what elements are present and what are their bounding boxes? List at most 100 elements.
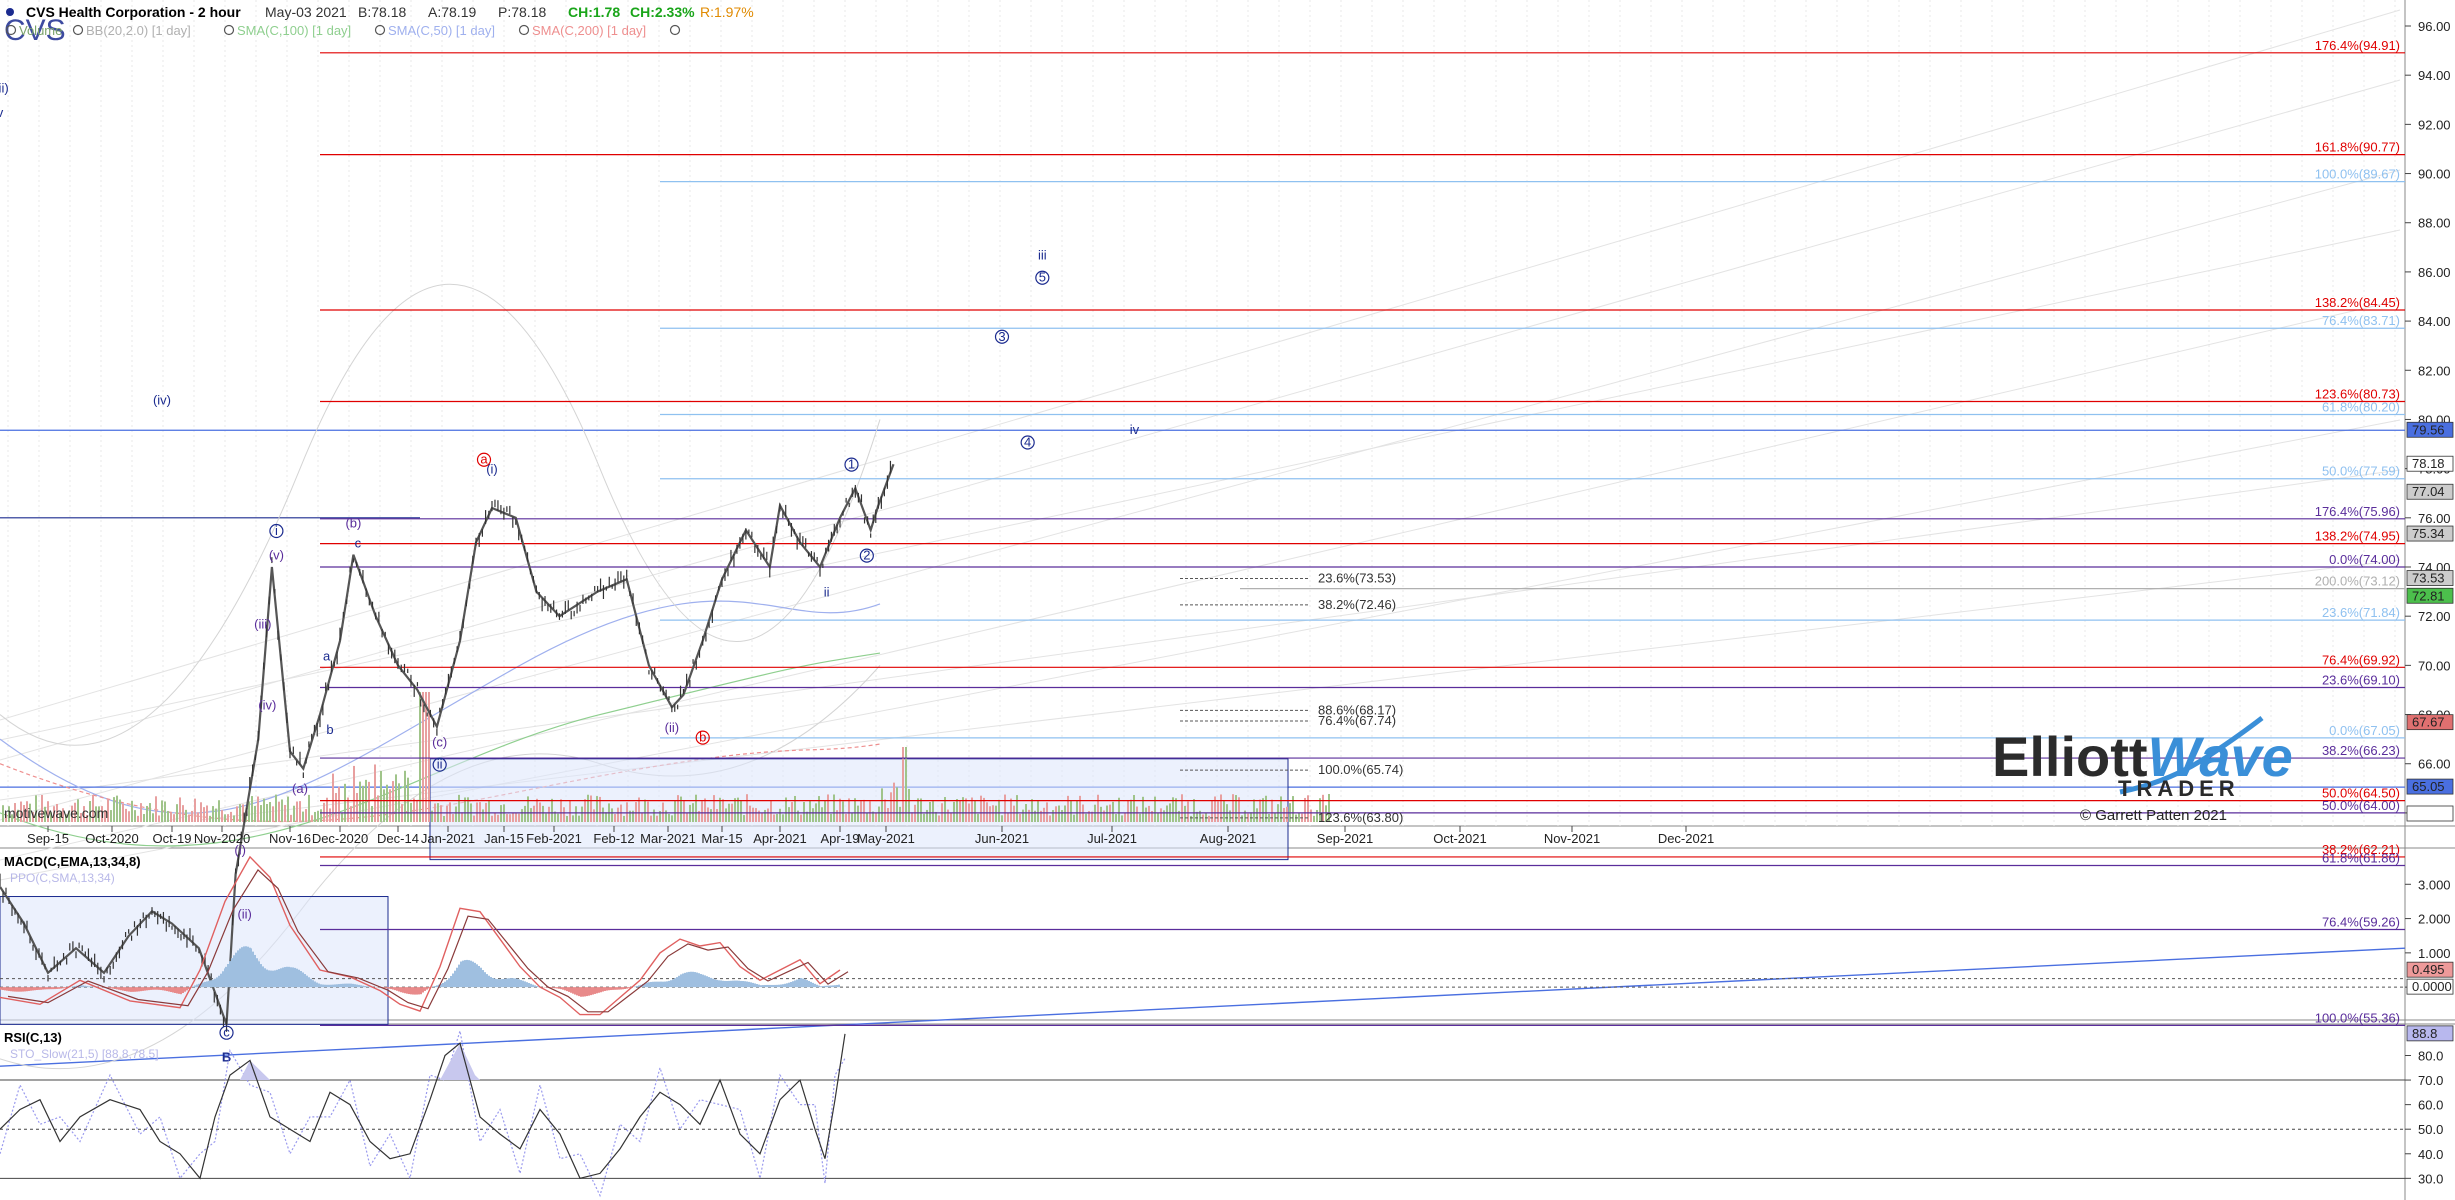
x-tick-label: Sep-2021 <box>1317 831 1373 846</box>
wave-label: v <box>0 105 4 120</box>
x-tick-label: Nov-2021 <box>1544 831 1600 846</box>
x-tick-label: Oct-2020 <box>85 831 138 846</box>
y-tick-label: 90.00 <box>2418 167 2451 182</box>
wave-label: (iii) <box>254 616 271 631</box>
wave-label: (iv) <box>258 698 276 713</box>
x-tick-label: Nov-16 <box>269 831 311 846</box>
price-value: P:78.18 <box>498 4 546 20</box>
wave-label: 4 <box>1024 435 1031 450</box>
price-badge: 77.04 <box>2412 484 2445 499</box>
wave-label: b <box>326 722 333 737</box>
x-tick-label: Feb-2021 <box>526 831 582 846</box>
fib-label: 50.0%(77.59) <box>2322 464 2400 479</box>
x-tick-label: Jan-2021 <box>421 831 475 846</box>
indicator-label: BB(20,2.0) [1 day] <box>86 23 191 38</box>
macd-badge: 0.495 <box>2412 962 2445 977</box>
fib-label: 200.0%(73.12) <box>2315 574 2400 589</box>
fib-label: 23.6%(69.10) <box>2322 672 2400 687</box>
wave-label: i <box>275 523 278 538</box>
wave-label: (i) <box>486 462 498 477</box>
x-tick-label: May-2021 <box>857 831 915 846</box>
wave-label: b <box>699 730 706 745</box>
fib-label: 100.0%(89.67) <box>2315 167 2400 182</box>
fib-label: 23.6%(71.84) <box>2322 605 2400 620</box>
x-tick-label: Jan-15 <box>484 831 524 846</box>
inner-fib-label: 100.0%(65.74) <box>1318 762 1403 777</box>
y-tick-label: 94.00 <box>2418 68 2451 83</box>
rsi-tick-label: 40.0 <box>2418 1147 2443 1162</box>
sto-subtitle: STO_Slow(21,5) [88.8,78.5] <box>10 1047 159 1061</box>
x-tick-label: Dec-2021 <box>1658 831 1714 846</box>
fib-label: 176.4%(94.91) <box>2315 38 2400 53</box>
x-tick-label: Mar-2021 <box>640 831 696 846</box>
chart-date: May-03 2021 <box>265 4 347 20</box>
x-tick-label: Sep-15 <box>27 831 69 846</box>
fib-label: 0.0%(74.00) <box>2329 552 2400 567</box>
change-pct-value: CH:2.33% <box>630 4 695 20</box>
logo-trader: TRADER <box>2118 776 2240 801</box>
y-tick-label: 76.00 <box>2418 511 2451 526</box>
bid-value: B:78.18 <box>358 4 406 20</box>
watermark: motivewave.com <box>4 805 108 821</box>
macd-tick-label: 2.000 <box>2418 912 2451 927</box>
wave-label: c <box>355 535 362 550</box>
wave-label: (iv) <box>153 393 171 408</box>
price-badge: 65.05 <box>2412 779 2445 794</box>
inner-fib-label: 23.6%(73.53) <box>1318 571 1396 586</box>
wave-label: (a) <box>292 781 308 796</box>
rsi-tick-label: 60.0 <box>2418 1098 2443 1113</box>
rsi-badge: 88.8 <box>2412 1026 2437 1041</box>
ppo-subtitle: PPO(C,SMA,13,34) <box>10 871 115 885</box>
wave-label: 5 <box>1039 270 1046 285</box>
rsi-tick-label: 80.0 <box>2418 1048 2443 1063</box>
wave-label: 1 <box>848 457 855 472</box>
price-badge: 78.18 <box>2412 456 2445 471</box>
inner-fib-label: 123.6%(63.80) <box>1318 810 1403 825</box>
x-tick-label: Dec-2020 <box>312 831 368 846</box>
indicator-label: Volume <box>19 23 62 38</box>
x-tick-label: Dec-14 <box>377 831 419 846</box>
logo-copyright: © Garrett Patten 2021 <box>2080 807 2227 824</box>
wave-label: a <box>323 648 331 663</box>
wave-label: (b) <box>345 516 361 531</box>
price-badge: 79.56 <box>2412 422 2445 437</box>
wave-label: 3 <box>998 329 1005 344</box>
price-chart[interactable]: 176.4%(94.91) 161.8%(90.77) 100.0%(89.67) 1… <box>0 0 2455 1200</box>
x-tick-label: Mar-15 <box>701 831 742 846</box>
fib-label: 76.4%(83.71) <box>2322 313 2400 328</box>
x-tick-label: Apr-2021 <box>753 831 806 846</box>
wave-label: iv <box>1130 422 1140 437</box>
x-tick-label: Feb-12 <box>593 831 634 846</box>
indicator-list: Volume BB(20,2.0) [1 day] SMA(C,100) [1 da… <box>5 23 681 38</box>
y-tick-label: 72.00 <box>2418 609 2451 624</box>
y-tick-label: 82.00 <box>2418 363 2451 378</box>
x-tick-label: Oct-19 <box>152 831 191 846</box>
price-badge: 67.67 <box>2412 715 2445 730</box>
fib-label: 38.2%(66.23) <box>2322 743 2400 758</box>
wave-label: ii <box>824 585 830 600</box>
rsi-tick-label: 30.0 <box>2418 1171 2443 1186</box>
wave-label: (ii) <box>665 720 679 735</box>
x-tick-label: Apr-19 <box>820 831 859 846</box>
fib-label: 61.8%(80.20) <box>2322 400 2400 415</box>
wave-label: (ii) <box>237 907 251 922</box>
fib-label: 61.8%(61.86) <box>2322 851 2400 866</box>
inner-fib-label: 76.4%(67.74) <box>1318 713 1396 728</box>
macd-tick-label: 3.000 <box>2418 877 2451 892</box>
change-value: CH:1.78 <box>568 4 620 20</box>
rsi-title: RSI(C,13) <box>4 1030 62 1045</box>
wave-label: ii <box>437 757 443 772</box>
ask-value: A:78.19 <box>428 4 476 20</box>
macd-tick-label: 1.000 <box>2418 946 2451 961</box>
fib-label: 138.2%(84.45) <box>2315 295 2400 310</box>
rsi-tick-label: 50.0 <box>2418 1122 2443 1137</box>
fib-label: 76.4%(59.26) <box>2322 914 2400 929</box>
price-badge: 72.81 <box>2412 588 2445 603</box>
wave-label: c <box>223 1025 230 1040</box>
y-tick-label: 66.00 <box>2418 757 2451 772</box>
price-badge: 73.53 <box>2412 571 2445 586</box>
y-tick-label: 92.00 <box>2418 117 2451 132</box>
macd-title: MACD(C,EMA,13,34,8) <box>4 854 141 869</box>
return-value: R:1.97% <box>700 4 754 20</box>
fib-label: 161.8%(90.77) <box>2315 140 2400 155</box>
